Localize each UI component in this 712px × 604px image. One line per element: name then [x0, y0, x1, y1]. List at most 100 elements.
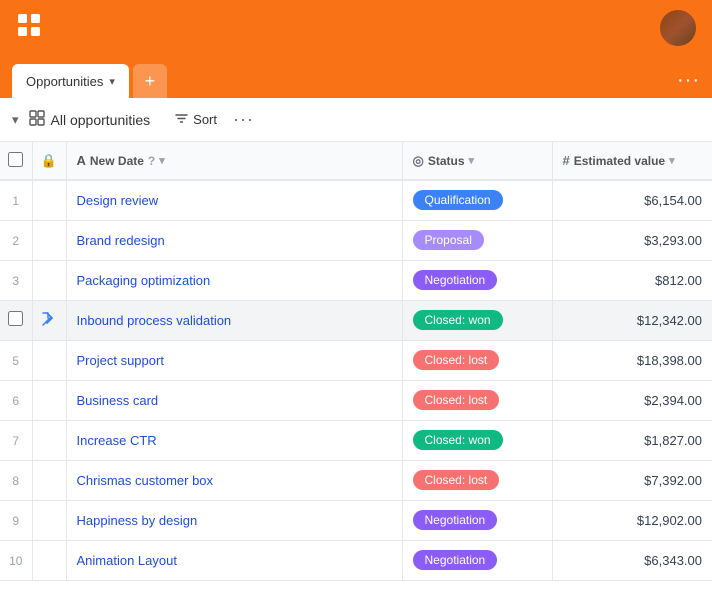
row-number: 8	[12, 474, 19, 488]
table-row: 6 Business card Closed: lost $2,394.00	[0, 380, 712, 420]
opportunities-tab[interactable]: Opportunities ▾	[12, 64, 129, 98]
th-name-text-icon: A	[77, 153, 86, 168]
td-estimated-value: $7,392.00	[552, 460, 712, 500]
grid-icon[interactable]	[16, 12, 42, 44]
sort-button[interactable]: Sort	[164, 107, 227, 133]
status-badge: Negotiation	[413, 270, 498, 290]
row-number: 7	[12, 434, 19, 448]
th-name[interactable]: A New Date ? ▾	[66, 142, 402, 180]
td-opportunity-name[interactable]: Project support	[66, 340, 402, 380]
td-estimated-value: $6,154.00	[552, 180, 712, 220]
td-opportunity-name[interactable]: Happiness by design	[66, 500, 402, 540]
row-number: 2	[12, 234, 19, 248]
th-value[interactable]: # Estimated value ▾	[552, 142, 712, 180]
td-opportunity-name[interactable]: Packaging optimization	[66, 260, 402, 300]
td-expand	[32, 220, 66, 260]
sort-label: Sort	[193, 112, 217, 127]
td-checkbox[interactable]: 9	[0, 500, 32, 540]
tabs-more-button[interactable]: ···	[677, 69, 700, 98]
td-checkbox[interactable]: 6	[0, 380, 32, 420]
td-status: Closed: won	[402, 420, 552, 460]
top-header	[0, 0, 712, 56]
td-status: Qualification	[402, 180, 552, 220]
td-status: Closed: lost	[402, 380, 552, 420]
top-header-left	[16, 12, 42, 44]
td-checkbox[interactable]: 10	[0, 540, 32, 580]
row-number: 6	[12, 394, 19, 408]
th-name-label: New Date	[90, 154, 144, 168]
select-all-checkbox[interactable]	[8, 152, 23, 167]
status-badge: Closed: won	[413, 430, 503, 450]
td-checkbox[interactable]: 8	[0, 460, 32, 500]
td-opportunity-name[interactable]: Animation Layout	[66, 540, 402, 580]
th-name-help-icon: ?	[148, 154, 155, 168]
table-row: 9 Happiness by design Negotiation $12,902.0…	[0, 500, 712, 540]
td-expand	[32, 420, 66, 460]
td-expand[interactable]	[32, 300, 66, 340]
status-badge: Closed: lost	[413, 390, 500, 410]
expand-icon[interactable]	[41, 313, 57, 330]
th-value-sort-icon: ▾	[669, 154, 675, 167]
table-row: Inbound process validationClosed: won$12…	[0, 300, 712, 340]
td-expand	[32, 460, 66, 500]
td-checkbox[interactable]: 2	[0, 220, 32, 260]
row-number: 3	[12, 274, 19, 288]
table-row: 3 Packaging optimization Negotiation $812.0…	[0, 260, 712, 300]
table-view-icon[interactable]	[29, 110, 45, 130]
table-container: 🔒 A New Date ? ▾ ◎ Status ▾	[0, 142, 712, 604]
tab-label: Opportunities	[26, 74, 103, 89]
row-checkbox[interactable]	[8, 311, 23, 326]
table-row: 10Animation LayoutNegotiation$6,343.00	[0, 540, 712, 580]
table-row: 5 Project support Closed: lost $18,398.00	[0, 340, 712, 380]
th-status[interactable]: ◎ Status ▾	[402, 142, 552, 180]
td-checkbox[interactable]: 1	[0, 180, 32, 220]
td-checkbox[interactable]: 3	[0, 260, 32, 300]
td-estimated-value: $12,902.00	[552, 500, 712, 540]
td-expand	[32, 340, 66, 380]
td-checkbox[interactable]: 7	[0, 420, 32, 460]
td-status: Negotiation	[402, 260, 552, 300]
td-opportunity-name[interactable]: Chrismas customer box	[66, 460, 402, 500]
td-status: Closed: lost	[402, 340, 552, 380]
td-estimated-value: $812.00	[552, 260, 712, 300]
td-expand	[32, 260, 66, 300]
lock-icon: 🔒	[41, 153, 57, 168]
td-estimated-value: $18,398.00	[552, 340, 712, 380]
status-badge: Negotiation	[413, 510, 498, 530]
row-number: 10	[9, 554, 22, 568]
toolbar-expand-icon[interactable]: ▾	[12, 112, 19, 128]
td-expand	[32, 540, 66, 580]
add-icon: +	[145, 71, 156, 92]
tab-chevron-icon: ▾	[109, 75, 115, 88]
table-row: 8Chrismas customer boxClosed: lost$7,392…	[0, 460, 712, 500]
td-estimated-value: $2,394.00	[552, 380, 712, 420]
add-tab-button[interactable]: +	[133, 64, 167, 98]
row-number: 5	[12, 354, 19, 368]
td-expand	[32, 380, 66, 420]
th-status-label: Status	[428, 154, 465, 168]
td-status: Proposal	[402, 220, 552, 260]
td-opportunity-name[interactable]: Brand redesign	[66, 220, 402, 260]
td-opportunity-name[interactable]: Design review	[66, 180, 402, 220]
td-opportunity-name[interactable]: Business card	[66, 380, 402, 420]
td-estimated-value: $6,343.00	[552, 540, 712, 580]
th-name-sort-icon: ▾	[159, 154, 165, 167]
opportunities-table: 🔒 A New Date ? ▾ ◎ Status ▾	[0, 142, 712, 581]
th-checkbox[interactable]	[0, 142, 32, 180]
table-row: 1 Design review Qualification $6,154.00	[0, 180, 712, 220]
td-opportunity-name[interactable]: Inbound process validation	[66, 300, 402, 340]
td-checkbox[interactable]: 5	[0, 340, 32, 380]
avatar[interactable]	[660, 10, 696, 46]
status-badge: Closed: lost	[413, 350, 500, 370]
status-badge: Closed: won	[413, 310, 503, 330]
status-badge: Qualification	[413, 190, 503, 210]
table-row: 7Increase CTRClosed: won$1,827.00	[0, 420, 712, 460]
view-all-label[interactable]: All opportunities	[51, 112, 151, 128]
row-number: 1	[12, 194, 19, 208]
td-checkbox[interactable]	[0, 300, 32, 340]
td-expand	[32, 180, 66, 220]
more-dots-icon: ···	[677, 69, 700, 91]
toolbar-more-button[interactable]: ···	[233, 109, 254, 130]
td-opportunity-name[interactable]: Increase CTR	[66, 420, 402, 460]
th-value-icon: #	[563, 153, 570, 168]
